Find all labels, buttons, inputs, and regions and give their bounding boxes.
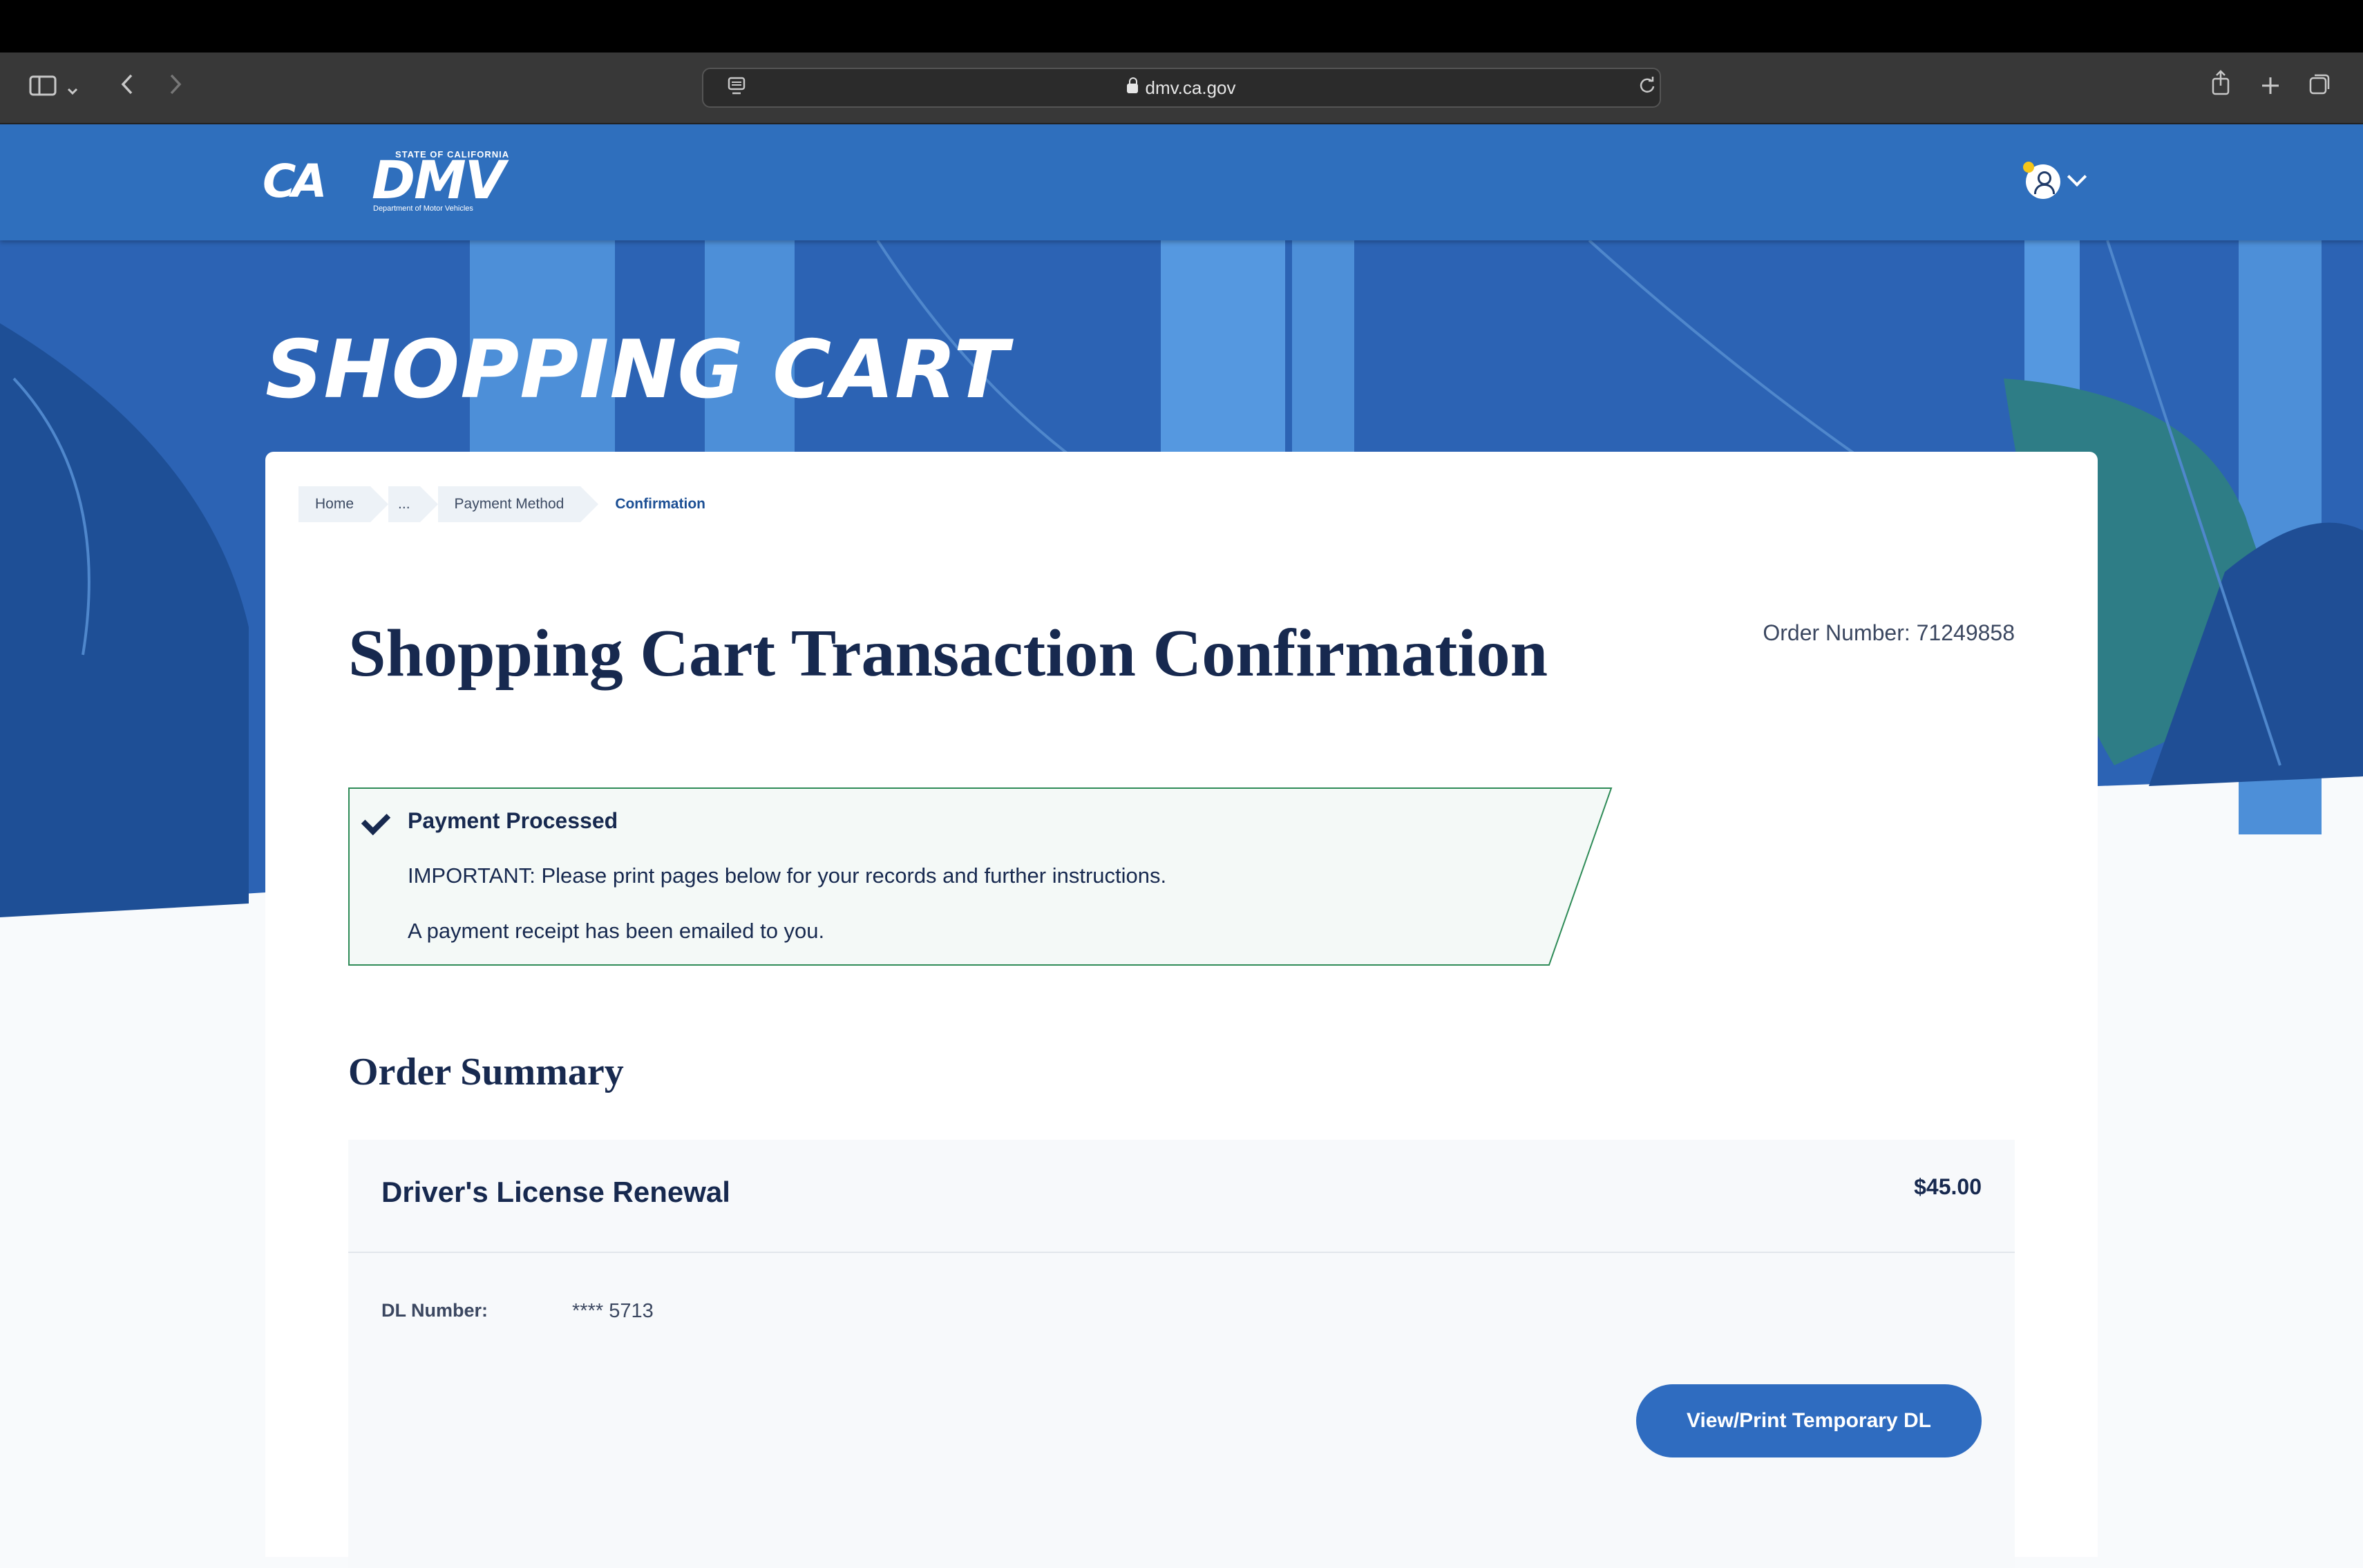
- notification-dot: [2023, 162, 2034, 173]
- tabs-icon[interactable]: [2301, 69, 2340, 108]
- address-bar[interactable]: dmv.ca.gov: [702, 68, 1661, 108]
- hero-title: SHOPPING CART: [265, 323, 1009, 417]
- forward-icon[interactable]: [156, 69, 195, 108]
- back-icon[interactable]: [108, 69, 146, 108]
- payment-processed-alert: Payment Processed IMPORTANT: Please prin…: [348, 787, 1613, 966]
- item-price: $45.00: [1914, 1174, 1982, 1199]
- breadcrumb-confirmation: Confirmation: [615, 496, 705, 512]
- share-icon[interactable]: [2201, 69, 2240, 108]
- alert-receipt-text: A payment receipt has been emailed to yo…: [408, 919, 825, 943]
- dl-number-label: DL Number:: [381, 1300, 488, 1321]
- dmv-logo-text: DMV: [372, 149, 506, 211]
- order-summary-title: Order Summary: [348, 1051, 624, 1093]
- reload-icon[interactable]: [1633, 69, 1661, 108]
- alert-important-text: IMPORTANT: Please print pages below for …: [408, 863, 1167, 888]
- window-top-bar: [0, 0, 2363, 52]
- dmv-logo[interactable]: STATE OF CALIFORNIA DMV Department of Mo…: [372, 149, 524, 216]
- dl-number-value: **** 5713: [572, 1300, 654, 1322]
- dmv-logo-dept: Department of Motor Vehicles: [373, 204, 473, 213]
- order-item: Driver's License Renewal $45.00 DL Numbe…: [348, 1140, 2015, 1568]
- order-number-value: 71249858: [1916, 620, 2015, 645]
- breadcrumb-home[interactable]: Home: [298, 486, 389, 522]
- breadcrumb-ellipsis[interactable]: ...: [388, 486, 437, 522]
- url-text: dmv.ca.gov: [703, 69, 1660, 106]
- order-number: Order Number: 71249858: [1763, 620, 2015, 646]
- chevron-down-icon: [2067, 166, 2087, 187]
- account-menu[interactable]: [2020, 160, 2096, 204]
- lock-icon: [1127, 77, 1139, 93]
- chevron-down-icon[interactable]: [62, 69, 83, 108]
- main-card: Home ... Payment Method Confirmation Sho…: [265, 452, 2098, 1568]
- breadcrumb-payment-method[interactable]: Payment Method: [437, 486, 599, 522]
- alert-title: Payment Processed: [408, 808, 618, 833]
- item-name: Driver's License Renewal: [381, 1176, 730, 1208]
- new-tab-icon[interactable]: [2251, 69, 2290, 108]
- breadcrumb: Home ... Payment Method Confirmation: [298, 486, 740, 522]
- sidebar-icon[interactable]: [23, 69, 62, 108]
- order-number-label: Order Number:: [1763, 620, 1910, 645]
- view-print-temporary-dl-button[interactable]: View/Print Temporary DL: [1636, 1384, 1982, 1457]
- order-item-header: Driver's License Renewal $45.00: [348, 1140, 2015, 1253]
- ca-gov-logo[interactable]: CA: [263, 155, 327, 208]
- browser-toolbar: dmv.ca.gov: [0, 52, 2363, 124]
- site-header: CA STATE OF CALIFORNIA DMV Department of…: [0, 124, 2363, 240]
- page-title: Shopping Cart Transaction Confirmation: [348, 616, 1548, 691]
